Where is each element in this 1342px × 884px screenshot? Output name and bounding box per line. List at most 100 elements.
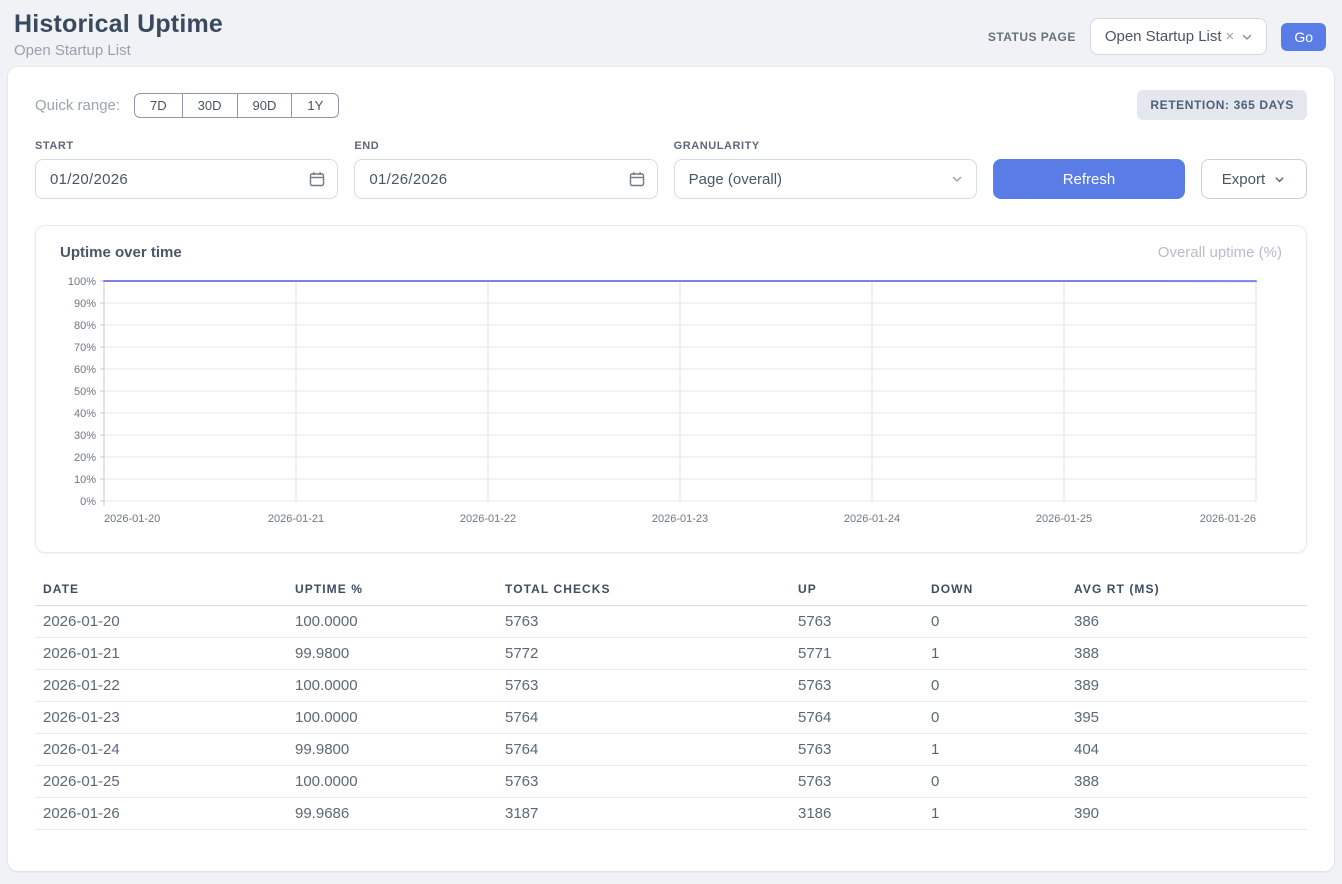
table-row: 2026-01-2199.9800577257711388	[35, 638, 1307, 670]
chart-header: Uptime over time Overall uptime (%)	[60, 244, 1282, 261]
clear-selection-icon[interactable]: ×	[1226, 28, 1235, 45]
chevron-down-icon	[1240, 30, 1254, 44]
header-right: STATUS PAGE Open Startup List × Go	[988, 18, 1326, 55]
y-axis-tick-label: 40%	[74, 408, 96, 420]
go-button[interactable]: Go	[1281, 23, 1326, 51]
table-cell: 0	[923, 606, 1066, 638]
table-cell: 5764	[497, 702, 790, 734]
y-axis-tick-label: 20%	[74, 452, 96, 464]
export-button[interactable]: Export	[1201, 159, 1307, 199]
table-cell: 5763	[790, 606, 923, 638]
table-row: 2026-01-2499.9800576457631404	[35, 734, 1307, 766]
table-cell: 5763	[497, 670, 790, 702]
table-column-header: UP	[790, 575, 923, 606]
y-axis-tick-label: 80%	[74, 320, 96, 332]
calendar-icon[interactable]	[629, 171, 645, 187]
table-cell: 2026-01-21	[35, 638, 287, 670]
quick-range-label: Quick range:	[35, 97, 120, 114]
status-page-select[interactable]: Open Startup List ×	[1090, 18, 1268, 55]
y-axis-tick-label: 90%	[74, 298, 96, 310]
start-date-label: START	[35, 140, 338, 152]
quick-range-90d-button[interactable]: 90D	[237, 93, 293, 118]
y-axis-tick-label: 10%	[74, 474, 96, 486]
table-row: 2026-01-25100.0000576357630388	[35, 766, 1307, 798]
y-axis-tick-label: 70%	[74, 342, 96, 354]
export-button-label: Export	[1222, 171, 1265, 188]
table-cell: 386	[1066, 606, 1307, 638]
table-cell: 5772	[497, 638, 790, 670]
quick-range-group: 7D 30D 90D 1Y	[134, 93, 339, 118]
table-cell: 100.0000	[287, 702, 497, 734]
table-cell: 390	[1066, 798, 1307, 830]
quick-range-30d-button[interactable]: 30D	[182, 93, 238, 118]
table-cell: 2026-01-20	[35, 606, 287, 638]
retention-badge: RETENTION: 365 DAYS	[1137, 90, 1307, 120]
table-column-header: DOWN	[923, 575, 1066, 606]
table-cell: 99.9686	[287, 798, 497, 830]
table-cell: 5763	[790, 766, 923, 798]
granularity-field: GRANULARITY Page (overall)	[674, 140, 977, 199]
table-row: 2026-01-20100.0000576357630386	[35, 606, 1307, 638]
table-body: 2026-01-20100.00005763576303862026-01-21…	[35, 606, 1307, 830]
end-date-input[interactable]: 01/26/2026	[354, 159, 657, 199]
table-header-row: DATEUPTIME %TOTAL CHECKSUPDOWNAVG RT (MS…	[35, 575, 1307, 606]
refresh-button[interactable]: Refresh	[993, 159, 1185, 199]
table-cell: 389	[1066, 670, 1307, 702]
table-cell: 0	[923, 670, 1066, 702]
x-axis-tick-label: 2026-01-20	[104, 513, 160, 525]
table-cell: 99.9800	[287, 734, 497, 766]
status-page-selected-value: Open Startup List	[1105, 28, 1222, 45]
chevron-down-icon	[950, 172, 964, 186]
table-cell: 3186	[790, 798, 923, 830]
quick-range-row: Quick range: 7D 30D 90D 1Y RETENTION: 36…	[35, 90, 1307, 120]
header-titles: Historical Uptime Open Startup List	[14, 10, 223, 59]
table-cell: 2026-01-24	[35, 734, 287, 766]
granularity-select[interactable]: Page (overall)	[674, 159, 977, 199]
chart-title: Uptime over time	[60, 244, 182, 261]
y-axis-tick-label: 0%	[80, 496, 96, 508]
table-cell: 388	[1066, 638, 1307, 670]
x-axis-tick-label: 2026-01-25	[1036, 513, 1092, 525]
table-row: 2026-01-22100.0000576357630389	[35, 670, 1307, 702]
table-cell: 5763	[790, 734, 923, 766]
table-cell: 5763	[497, 766, 790, 798]
table-cell: 100.0000	[287, 766, 497, 798]
end-date-field: END 01/26/2026	[354, 140, 657, 199]
y-axis-tick-label: 50%	[74, 386, 96, 398]
x-axis-tick-label: 2026-01-26	[1200, 513, 1256, 525]
y-axis-tick-label: 100%	[68, 276, 96, 288]
table-cell: 3187	[497, 798, 790, 830]
chart-legend-label: Overall uptime (%)	[1158, 244, 1282, 261]
table-cell: 0	[923, 702, 1066, 734]
table-cell: 100.0000	[287, 606, 497, 638]
table-cell: 100.0000	[287, 670, 497, 702]
start-date-input[interactable]: 01/20/2026	[35, 159, 338, 199]
quick-range-7d-button[interactable]: 7D	[134, 93, 183, 118]
x-axis-tick-label: 2026-01-22	[460, 513, 516, 525]
table-cell: 1	[923, 798, 1066, 830]
table-cell: 0	[923, 766, 1066, 798]
end-date-label: END	[354, 140, 657, 152]
table-cell: 388	[1066, 766, 1307, 798]
start-date-field: START 01/20/2026	[35, 140, 338, 199]
uptime-chart-card: Uptime over time Overall uptime (%) 0% 10…	[35, 225, 1307, 553]
table-cell: 5763	[790, 670, 923, 702]
page-title: Historical Uptime	[14, 10, 223, 39]
table-cell: 5764	[790, 702, 923, 734]
chevron-down-icon	[1273, 173, 1286, 186]
table-cell: 395	[1066, 702, 1307, 734]
table-column-header: AVG RT (MS)	[1066, 575, 1307, 606]
x-axis-tick-label: 2026-01-23	[652, 513, 708, 525]
table-header: DATEUPTIME %TOTAL CHECKSUPDOWNAVG RT (MS…	[35, 575, 1307, 606]
x-axis-tick-label: 2026-01-21	[268, 513, 324, 525]
table-column-header: TOTAL CHECKS	[497, 575, 790, 606]
table-cell: 5764	[497, 734, 790, 766]
table-cell: 5771	[790, 638, 923, 670]
table-cell: 404	[1066, 734, 1307, 766]
uptime-table: DATEUPTIME %TOTAL CHECKSUPDOWNAVG RT (MS…	[35, 575, 1307, 830]
calendar-icon[interactable]	[309, 171, 325, 187]
table-column-header: DATE	[35, 575, 287, 606]
start-date-value: 01/20/2026	[50, 171, 128, 188]
table-cell: 2026-01-22	[35, 670, 287, 702]
quick-range-1y-button[interactable]: 1Y	[291, 93, 339, 118]
